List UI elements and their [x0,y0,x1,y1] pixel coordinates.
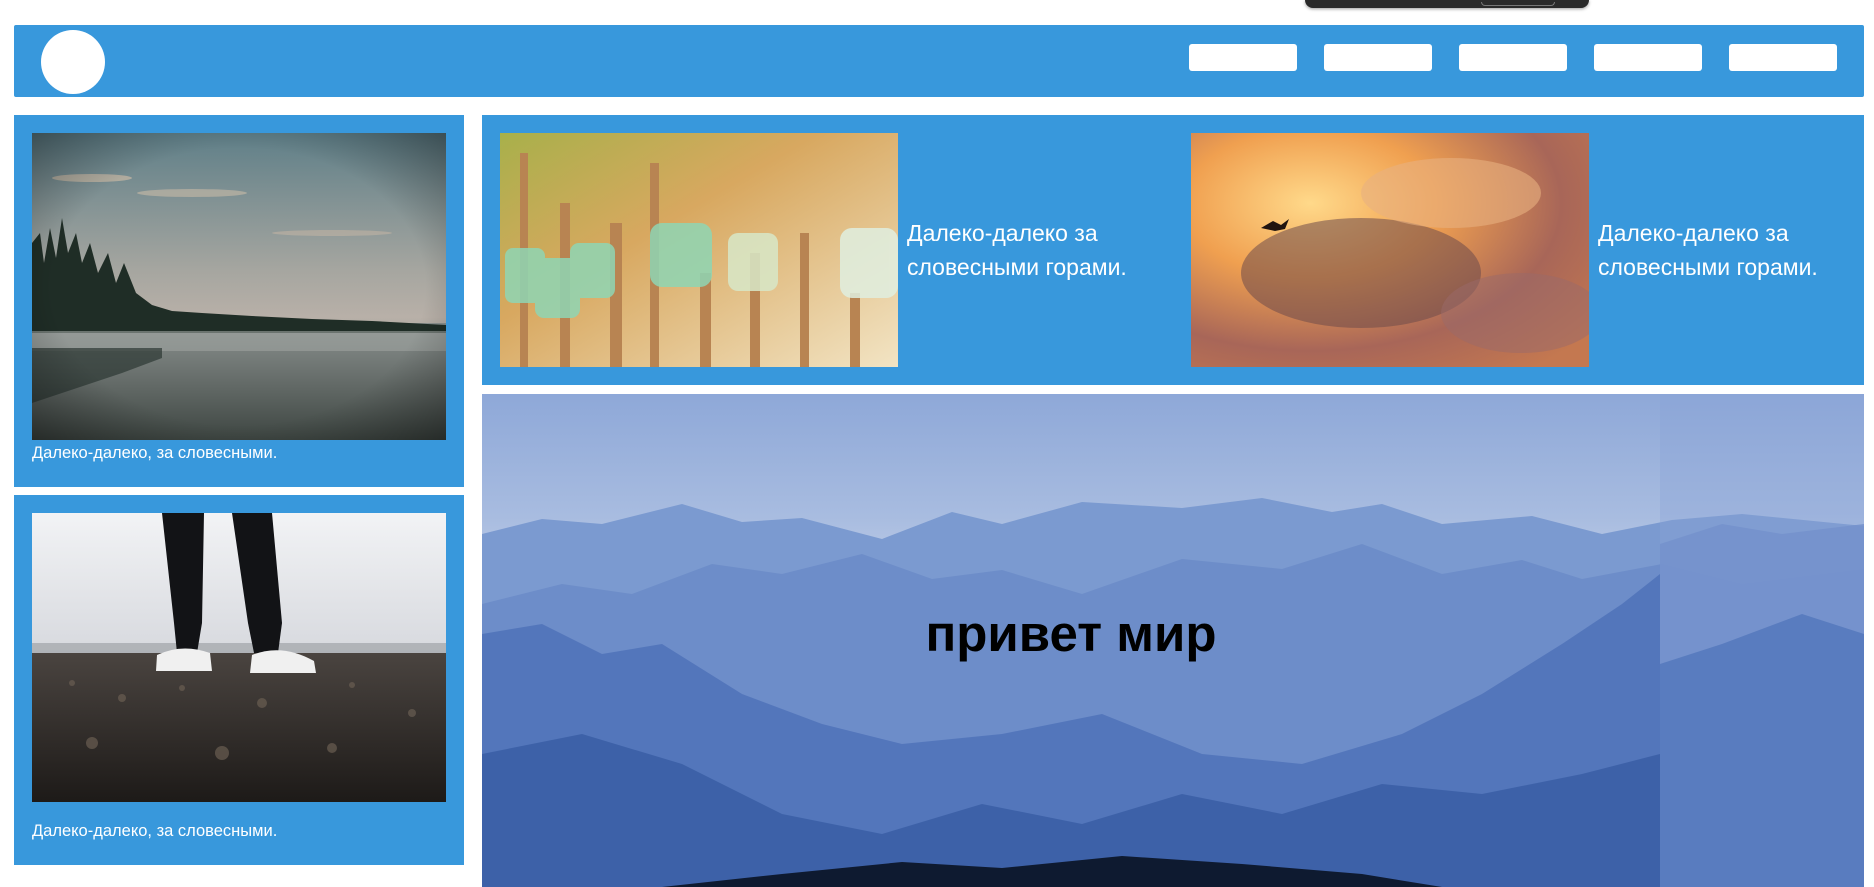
featured-text: Далеко-далеко за словесными горами. [1598,220,1818,280]
nav-button-2[interactable] [1324,44,1432,71]
nav-button-4[interactable] [1594,44,1702,71]
card-caption: Далеко-далеко, за словесными. [32,822,278,840]
hero-title: привет мир [925,605,1217,662]
featured-strip: Далеко-далеко за словесными горами. Дале… [482,115,1864,385]
lake-forest-mist-photo [32,133,446,440]
nav-button-5[interactable] [1729,44,1837,71]
overlay-pill [1481,2,1555,6]
sneakers-rocky-ground-photo [32,513,446,802]
sidebar-card: Далеко-далеко, за словесными. [14,495,464,865]
featured-text: Далеко-далеко за словесными горами. [907,220,1127,280]
browser-overlay-bar [1305,0,1589,8]
navbar [14,25,1864,97]
logo-circle[interactable] [41,30,105,94]
nav-button-3[interactable] [1459,44,1567,71]
bird-in-fiery-clouds-photo [1191,133,1589,367]
nav-button-1[interactable] [1189,44,1297,71]
sidebar-card: Далеко-далеко, за словесными. [14,115,464,487]
glass-jars-on-sticks-photo [500,133,898,367]
card-caption: Далеко-далеко, за словесными. [32,444,278,462]
hero-banner: привет мир [482,394,1864,887]
nav-menu [1189,44,1837,71]
